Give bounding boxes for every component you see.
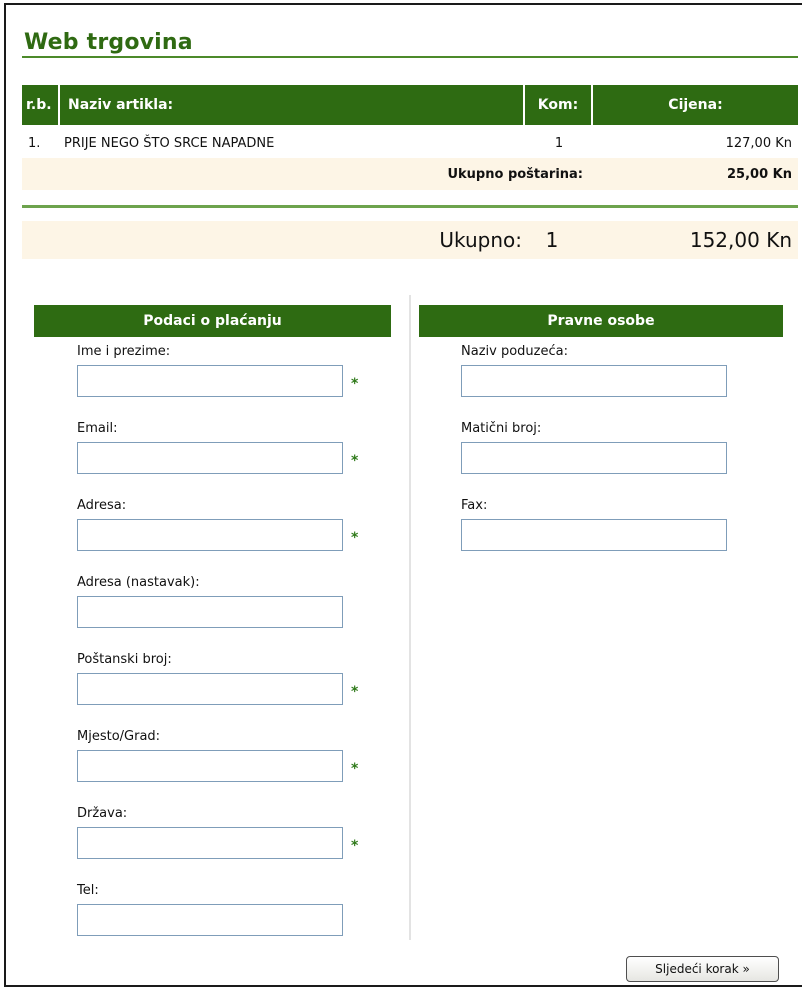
total-label: Ukupno: bbox=[439, 228, 522, 252]
postal-code-label: Poštanski broj: bbox=[77, 652, 172, 667]
phone-input[interactable] bbox=[77, 904, 343, 936]
page-title: Web trgovina bbox=[24, 30, 193, 55]
field-phone: Tel: bbox=[77, 883, 343, 936]
column-divider bbox=[409, 295, 411, 940]
company-heading: Pravne osobe bbox=[419, 305, 783, 337]
payment-heading: Podaci o plaćanju bbox=[34, 305, 391, 337]
fax-input[interactable] bbox=[461, 519, 727, 551]
company-name-label: Naziv poduzeća: bbox=[461, 344, 568, 359]
field-full-name: Ime i prezime: * bbox=[77, 344, 358, 397]
field-address-2: Adresa (nastavak): bbox=[77, 575, 343, 628]
required-asterisk: * bbox=[351, 376, 359, 392]
header-rb: r.b. bbox=[22, 85, 60, 125]
field-registration-number: Matični broj: bbox=[461, 421, 727, 474]
email-label: Email: bbox=[77, 421, 118, 436]
header-qty: Kom: bbox=[525, 85, 593, 125]
shipping-label: Ukupno poštarina: bbox=[447, 166, 583, 182]
field-country: Država: * bbox=[77, 806, 358, 859]
header-item-name: Naziv artikla: bbox=[60, 85, 525, 125]
total-qty: 1 bbox=[545, 228, 559, 252]
country-input[interactable] bbox=[77, 827, 343, 859]
next-step-button[interactable]: Sljedeći korak » bbox=[626, 956, 779, 982]
field-fax: Fax: bbox=[461, 498, 727, 551]
cart-divider bbox=[22, 205, 798, 208]
fax-label: Fax: bbox=[461, 498, 488, 513]
item-name: PRIJE NEGO ŠTO SRCE NAPADNE bbox=[64, 135, 275, 151]
phone-label: Tel: bbox=[77, 883, 99, 898]
title-divider bbox=[22, 56, 798, 58]
field-company-name: Naziv poduzeća: bbox=[461, 344, 727, 397]
required-asterisk: * bbox=[351, 684, 359, 700]
address-2-label: Adresa (nastavak): bbox=[77, 575, 200, 590]
full-name-input[interactable] bbox=[77, 365, 343, 397]
item-price: 127,00 Kn bbox=[725, 135, 792, 151]
field-postal-code: Poštanski broj: * bbox=[77, 652, 358, 705]
address-label: Adresa: bbox=[77, 498, 127, 513]
cart-header-row: r.b. Naziv artikla: Kom: Cijena: bbox=[22, 85, 798, 125]
required-asterisk: * bbox=[351, 453, 359, 469]
city-input[interactable] bbox=[77, 750, 343, 782]
country-label: Država: bbox=[77, 806, 128, 821]
field-city: Mjesto/Grad: * bbox=[77, 729, 358, 782]
header-price: Cijena: bbox=[593, 85, 798, 125]
item-rb: 1. bbox=[28, 135, 41, 151]
required-asterisk: * bbox=[351, 838, 359, 854]
required-asterisk: * bbox=[351, 761, 359, 777]
total-row: Ukupno: 1 152,00 Kn bbox=[22, 221, 798, 259]
city-label: Mjesto/Grad: bbox=[77, 729, 161, 744]
registration-number-label: Matični broj: bbox=[461, 421, 542, 436]
registration-number-input[interactable] bbox=[461, 442, 727, 474]
required-asterisk: * bbox=[351, 530, 359, 546]
postal-code-input[interactable] bbox=[77, 673, 343, 705]
address-2-input[interactable] bbox=[77, 596, 343, 628]
company-name-input[interactable] bbox=[461, 365, 727, 397]
full-name-label: Ime i prezime: bbox=[77, 344, 171, 359]
address-input[interactable] bbox=[77, 519, 343, 551]
email-input[interactable] bbox=[77, 442, 343, 474]
shipping-row: Ukupno poštarina: 25,00 Kn bbox=[22, 158, 798, 190]
field-address: Adresa: * bbox=[77, 498, 358, 551]
field-email: Email: * bbox=[77, 421, 358, 474]
total-price: 152,00 Kn bbox=[689, 228, 792, 252]
item-qty: 1 bbox=[554, 135, 564, 151]
shipping-value: 25,00 Kn bbox=[727, 166, 792, 182]
table-row: 1. PRIJE NEGO ŠTO SRCE NAPADNE 1 127,00 … bbox=[22, 128, 798, 158]
